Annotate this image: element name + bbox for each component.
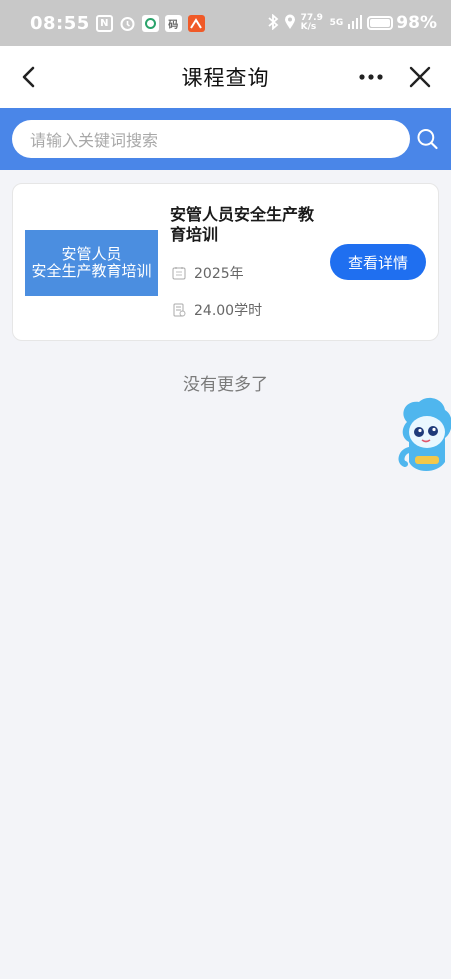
battery-indicator: 98% [367,13,437,33]
thumb-line-1: 安管人员 [61,245,122,263]
status-time: 08:55 [30,12,90,34]
search-placeholder: 请输入关键词搜索 [30,131,159,150]
status-bar: 08:55 N 码 77.9 K/s 5G 98% [0,0,451,46]
signal-icon [348,14,363,32]
search-input[interactable]: 请输入关键词搜索 [12,120,410,158]
app-notification-icon [141,14,159,32]
app-notification-icon-3 [187,14,205,32]
course-year: 2025年 [194,266,244,282]
more-options-icon[interactable] [357,66,385,88]
back-arrow-icon[interactable] [16,63,44,91]
search-icon[interactable] [416,125,439,153]
status-right: 77.9 K/s 5G 98% [267,13,437,33]
course-hours-row: 24.00学时 [172,300,262,320]
nav-bar: 课程查询 [0,46,451,108]
alarm-icon [119,15,136,32]
net-speed: 77.9 K/s [300,13,323,32]
document-icon [173,303,186,317]
course-hours: 24.00学时 [194,303,263,319]
search-bar: 请输入关键词搜索 [0,108,451,170]
location-icon [284,14,296,33]
view-details-button[interactable]: 查看详情 [330,244,426,280]
course-year-row: 2025年 [172,263,244,283]
nfc-icon: N [95,14,113,32]
no-more-text: 没有更多了 [183,375,268,395]
battery-icon [367,16,394,30]
mascot-assistant-icon[interactable] [397,392,451,476]
thumb-line-2: 安全生产教育培训 [31,262,152,280]
course-title: 安管人员安全生产教育培训 [170,205,315,244]
close-icon[interactable] [407,64,433,90]
calendar-icon [172,267,186,280]
page-title: 课程查询 [181,66,270,90]
network-type: 5G [329,18,344,28]
course-thumbnail: 安管人员 安全生产教育培训 [25,230,158,296]
battery-percent: 98% [396,13,437,33]
app-notification-icon-2: 码 [164,14,182,32]
status-left: 08:55 N 码 [30,13,205,34]
bluetooth-icon [267,13,279,33]
course-card[interactable]: 安管人员 安全生产教育培训 安管人员安全生产教育培训 2025年 24.00学时… [12,183,439,341]
